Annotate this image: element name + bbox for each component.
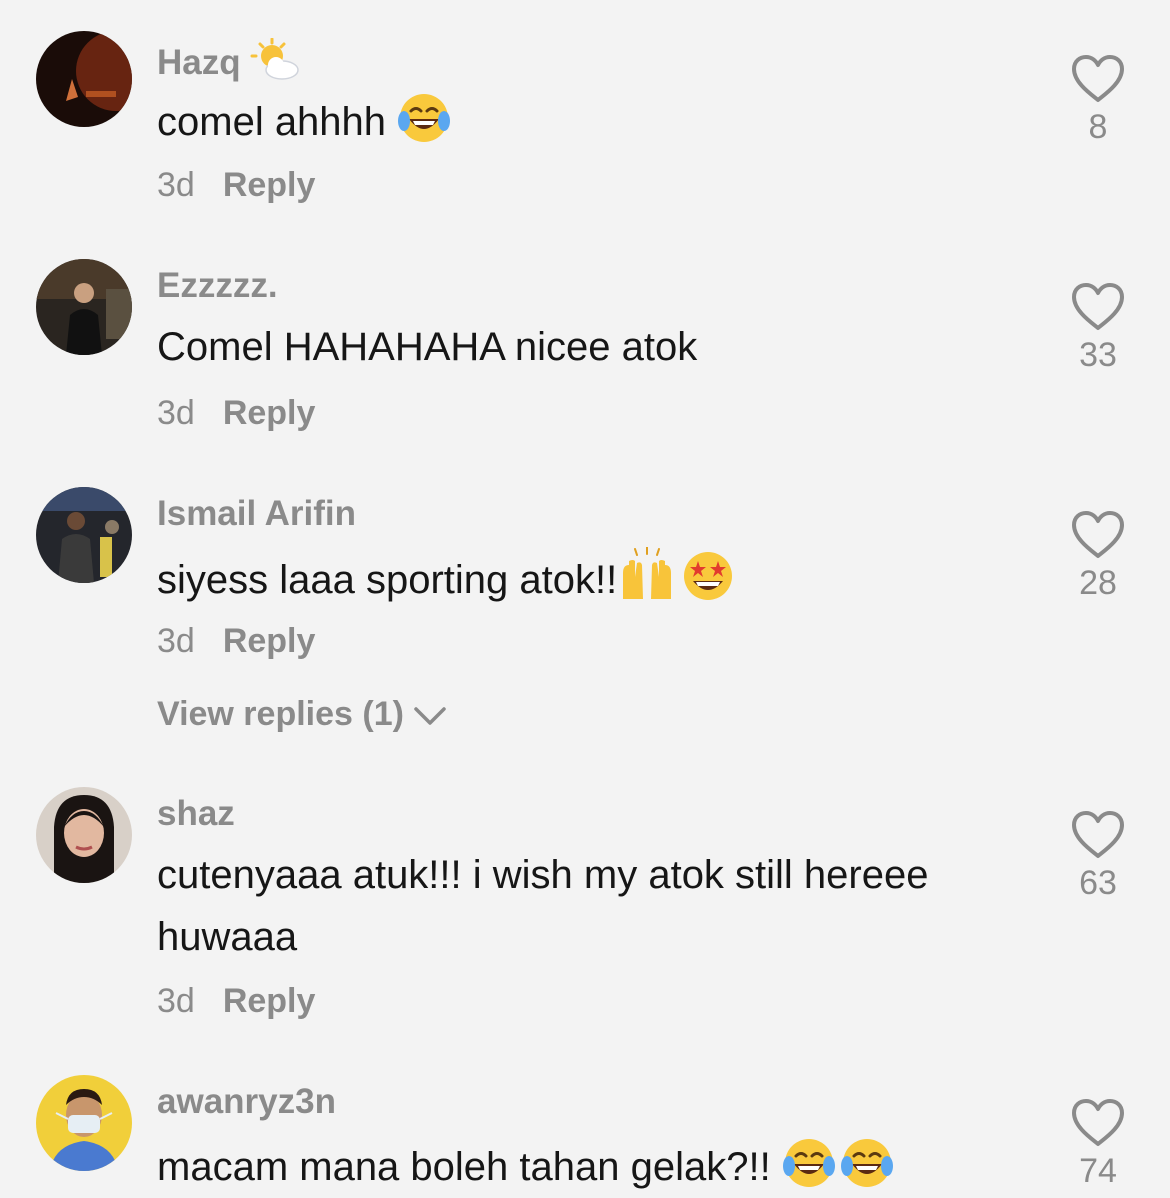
- avatar[interactable]: [36, 31, 132, 127]
- tears-of-joy-icon: [840, 1136, 894, 1190]
- avatar[interactable]: [36, 1075, 132, 1171]
- like-count: 63: [1079, 864, 1117, 902]
- like-button[interactable]: 74: [1060, 1098, 1136, 1191]
- comment-text: comel ahhhh: [157, 91, 1037, 153]
- star-struck-icon: [681, 549, 735, 603]
- reply-button[interactable]: Reply: [223, 166, 316, 204]
- avatar[interactable]: [36, 487, 132, 583]
- like-count: 8: [1088, 108, 1108, 146]
- heart-icon[interactable]: [1060, 510, 1136, 560]
- like-button[interactable]: 63: [1060, 810, 1136, 903]
- sun-behind-cloud-icon: [250, 38, 300, 80]
- like-button[interactable]: 33: [1060, 282, 1136, 375]
- comment-username[interactable]: awanryz3n: [157, 1082, 336, 1122]
- comment-time: 3d: [157, 394, 195, 432]
- comment-meta: 3d Reply: [157, 982, 315, 1021]
- comment-meta: 3d Reply: [157, 166, 315, 205]
- chevron-down-icon: [413, 705, 447, 727]
- comment-username[interactable]: Ismail Arifin: [157, 494, 356, 534]
- comment-username[interactable]: Hazq: [157, 38, 300, 83]
- comment-text: cutenyaaa atuk!!! i wish my atok still h…: [157, 853, 929, 959]
- comment-username[interactable]: Ezzzzz.: [157, 266, 278, 306]
- comment-meta: 3d Reply: [157, 394, 315, 433]
- comment-time: 3d: [157, 622, 195, 660]
- comment-text: siyess laaa sporting atok!!: [157, 547, 1037, 611]
- like-count: 74: [1079, 1152, 1117, 1190]
- heart-icon[interactable]: [1060, 810, 1136, 860]
- view-replies-button[interactable]: View replies (1): [157, 695, 447, 734]
- comment-meta: 3d Reply: [157, 622, 315, 661]
- like-count: 33: [1079, 336, 1117, 374]
- comment-username[interactable]: shaz: [157, 794, 235, 834]
- heart-icon[interactable]: [1060, 54, 1136, 104]
- comment-time: 3d: [157, 982, 195, 1020]
- tears-of-joy-icon: [397, 91, 451, 145]
- heart-icon[interactable]: [1060, 1098, 1136, 1148]
- comment-time: 3d: [157, 166, 195, 204]
- reply-button[interactable]: Reply: [223, 622, 316, 660]
- avatar[interactable]: [36, 259, 132, 355]
- like-button[interactable]: 8: [1060, 54, 1136, 147]
- comment-text: macam mana boleh tahan gelak?!!: [157, 1136, 1037, 1198]
- avatar[interactable]: [36, 787, 132, 883]
- like-count: 28: [1079, 564, 1117, 602]
- comment-text: Comel HAHAHAHA nicee atok: [157, 325, 698, 369]
- reply-button[interactable]: Reply: [223, 394, 316, 432]
- like-button[interactable]: 28: [1060, 510, 1136, 603]
- tears-of-joy-icon: [782, 1136, 836, 1190]
- reply-button[interactable]: Reply: [223, 982, 316, 1020]
- raising-hands-icon: [617, 547, 677, 603]
- heart-icon[interactable]: [1060, 282, 1136, 332]
